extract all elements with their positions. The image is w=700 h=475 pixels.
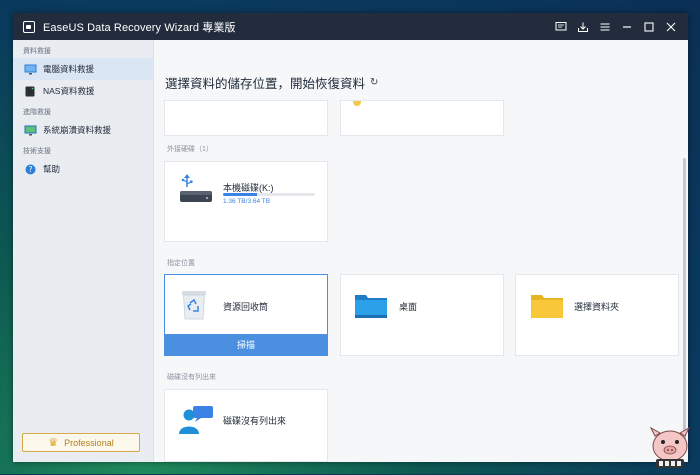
sidebar-item-label: 系統崩潰資料救援 [43, 125, 112, 135]
disk-usage-fill [223, 193, 258, 196]
location-label-folder: 選擇資料夾 [574, 302, 620, 312]
svg-text:?: ? [28, 165, 32, 174]
location-card-desktop[interactable]: 桌面 [340, 274, 504, 356]
sidebar-item-label: NAS資料救援 [43, 86, 95, 96]
mascot-watermark-icon [646, 426, 694, 470]
sidebar-item-label: 幫助 [43, 164, 61, 174]
disk-usage-bar [223, 193, 315, 196]
sidebar-section-advanced: 進階救援 [23, 109, 51, 116]
main-panel: 選擇資料的儲存位置，開始恢復資料 ↻ 外接硬碟（1） 本機磁碟(K:) 1.36… [154, 40, 688, 462]
sidebar-item-help[interactable]: ? 幫助 [13, 158, 153, 180]
support-chat-icon [179, 405, 215, 440]
title-bar: EaseUS Data Recovery Wizard 專業版 [13, 13, 688, 40]
location-label-recycle-bin: 資源回收筒 [223, 302, 269, 312]
page-title: 選擇資料的儲存位置，開始恢復資料 ↻ [165, 73, 378, 92]
professional-label: Professional [64, 437, 114, 448]
feedback-icon[interactable] [550, 13, 572, 40]
sidebar-section-support: 技術支援 [23, 148, 51, 155]
sidebar-item-nas-recovery[interactable]: NAS資料救援 [13, 80, 153, 102]
maximize-icon[interactable] [638, 13, 660, 40]
local-disk-card-partial-2[interactable] [340, 100, 504, 136]
disk-icon-partial [353, 101, 361, 106]
nas-icon [23, 85, 37, 97]
location-section: 指定位置 [167, 260, 195, 267]
crown-icon: ♛ [48, 437, 59, 449]
monitor-icon [23, 63, 37, 75]
sidebar-item-system-crash[interactable]: 系統崩潰資料救援 [13, 119, 153, 141]
export-icon[interactable] [572, 13, 594, 40]
app-logo-icon [23, 20, 35, 33]
sidebar-item-pc-recovery[interactable]: 電腦資料救援 [13, 58, 153, 80]
app-window: EaseUS Data Recovery Wizard 專業版 資料救援 電腦資… [13, 13, 688, 462]
professional-button[interactable]: ♛ Professional [22, 433, 140, 452]
close-icon[interactable] [660, 13, 682, 40]
disk-not-listed-card[interactable]: 磁碟沒有列出來 [164, 389, 328, 462]
location-card-recycle-bin[interactable]: 資源回收筒 掃描 [164, 274, 328, 356]
scrollbar-thumb[interactable] [683, 158, 686, 453]
recycle-bin-icon [180, 289, 208, 326]
minimize-icon[interactable] [616, 13, 638, 40]
sidebar: 資料救援 電腦資料救援 NAS資料救援 進階救援 系統崩潰資料救援 技術支援 ? [13, 40, 154, 462]
external-disk-card[interactable]: 本機磁碟(K:) 1.36 TB/3.64 TB [164, 161, 328, 242]
system-crash-icon [23, 124, 37, 136]
refresh-icon[interactable]: ↻ [370, 77, 378, 88]
scan-button[interactable]: 掃描 [165, 334, 327, 355]
sidebar-item-label: 電腦資料救援 [43, 64, 95, 74]
title-bar-controls [550, 13, 682, 40]
help-icon: ? [23, 163, 37, 175]
scan-button-label: 掃描 [236, 340, 255, 350]
local-disk-card-partial[interactable] [164, 100, 328, 136]
menu-icon[interactable] [594, 13, 616, 40]
location-label-desktop: 桌面 [399, 302, 418, 312]
desktop-icon [354, 292, 388, 325]
page-title-text: 選擇資料的儲存位置，開始恢復資料 [165, 77, 366, 91]
disk-size-text: 1.36 TB/3.64 TB [223, 198, 271, 205]
not-listed-section: 磁碟沒有列出來 [167, 374, 216, 381]
external-disk-section: 外接硬碟（1） [167, 146, 213, 153]
sidebar-section-recovery: 資料救援 [23, 48, 51, 55]
not-listed-label: 磁碟沒有列出來 [223, 416, 287, 426]
location-card-folder[interactable]: 選擇資料夾 [515, 274, 679, 356]
usb-drive-icon [179, 173, 213, 212]
folder-icon [530, 292, 564, 325]
window-title: EaseUS Data Recovery Wizard 專業版 [43, 21, 236, 34]
